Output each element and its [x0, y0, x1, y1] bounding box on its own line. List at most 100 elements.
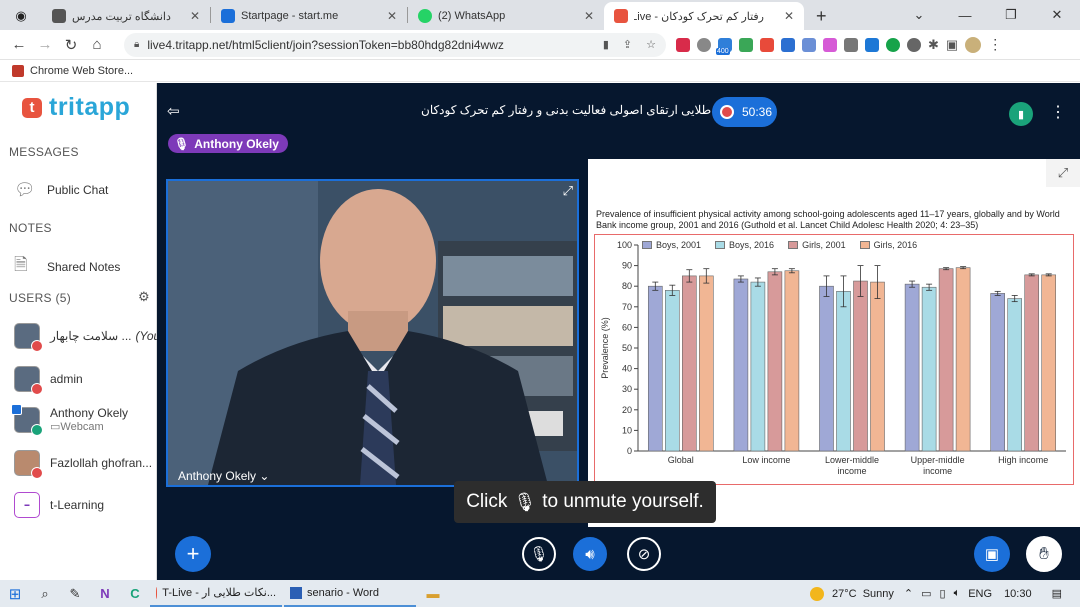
- url-field[interactable]: 🔒︎ live4.tritapp.net/html5client/join?se…: [124, 32, 666, 57]
- browser-tab[interactable]: دانشگاه تربیت مدرس ✕: [42, 2, 210, 30]
- user-list-item[interactable]: admin: [14, 366, 83, 395]
- y-tick-label: 100: [617, 240, 632, 250]
- network-icon[interactable]: ▭: [921, 587, 931, 600]
- meeting-topbar: ⇦ نکات طلایی ارتقای اصولی فعالیت بدنی و …: [157, 83, 1080, 141]
- y-tick-label: 10: [622, 425, 632, 435]
- user-list-item[interactable]: ▬ t-Learning: [14, 492, 104, 518]
- star-icon[interactable]: ☆: [646, 38, 656, 51]
- camera-icon[interactable]: ▮: [603, 38, 609, 51]
- bar: [682, 275, 697, 452]
- taskbar-app-chrome[interactable]: T-Live - نکات طلایی ار...: [150, 580, 282, 607]
- browser-tab[interactable]: Startpage - start.me ✕: [211, 2, 407, 30]
- extension-icon[interactable]: [823, 37, 837, 52]
- globe-icon[interactable]: ◉: [0, 2, 42, 30]
- leave-icon[interactable]: ⇦: [167, 102, 180, 120]
- chevron-up-icon[interactable]: ⌃: [904, 587, 913, 600]
- new-tab-button[interactable]: +: [804, 2, 839, 30]
- extension-icon[interactable]: [886, 37, 900, 52]
- user-list-item[interactable]: Fazlollah ghofran...: [14, 450, 152, 479]
- camtasia-icon[interactable]: C: [120, 586, 150, 601]
- chrome-icon: [156, 586, 158, 599]
- profile-avatar[interactable]: [965, 36, 982, 53]
- folder-icon[interactable]: ▬: [418, 586, 448, 601]
- taskbar-app-word[interactable]: senario - Word: [284, 580, 416, 607]
- extension-icon[interactable]: [781, 37, 795, 52]
- speaker-icon: 🔊︎: [585, 545, 595, 563]
- fullscreen-icon[interactable]: ⤢: [563, 183, 573, 199]
- extension-icon[interactable]: [844, 37, 858, 52]
- pen-icon[interactable]: ✎: [60, 586, 90, 602]
- screen: ◉ دانشگاه تربیت مدرس ✕ Startpage - start…: [0, 0, 1080, 607]
- bar: [955, 267, 971, 452]
- puzzle-icon[interactable]: ✱: [928, 37, 939, 53]
- extension-icon[interactable]: [739, 37, 753, 52]
- close-icon[interactable]: ✕: [784, 9, 794, 23]
- bar: [699, 275, 714, 452]
- talking-indicator: 🎙︎ Anthony Okely: [168, 134, 288, 153]
- avatar: ▬: [14, 492, 40, 518]
- presentation-button[interactable]: ▣: [974, 536, 1010, 572]
- extension-icon[interactable]: [907, 37, 921, 52]
- extension-icon[interactable]: [760, 37, 774, 52]
- sidepanel-icon[interactable]: ▣: [946, 37, 958, 53]
- browser-tab-active[interactable]: رفتار کم تحرک کودکان - T-Live ✕: [604, 2, 804, 30]
- restore-icon[interactable]: ❐: [988, 7, 1034, 23]
- tlive-icon: [614, 9, 628, 23]
- share-icon[interactable]: ⇪: [623, 38, 632, 51]
- bookmark-webstore[interactable]: Chrome Web Store...: [30, 65, 133, 77]
- y-tick-label: 50: [622, 343, 632, 353]
- avatar: [14, 366, 43, 395]
- close-icon[interactable]: ✕: [387, 9, 397, 23]
- bar: [1024, 274, 1040, 452]
- mic-muted-icon: 🎙︎: [529, 546, 549, 563]
- close-icon[interactable]: ✕: [190, 9, 200, 23]
- close-icon[interactable]: ✕: [1034, 7, 1080, 23]
- extension-icon[interactable]: [676, 37, 690, 52]
- mute-button[interactable]: 🎙︎: [522, 537, 556, 571]
- public-chat-item[interactable]: 💬︎ Public Chat: [14, 180, 108, 200]
- extension-icon[interactable]: [697, 37, 711, 52]
- chevron-down-icon[interactable]: ⌄: [896, 7, 942, 23]
- extension-icon[interactable]: 400: [716, 37, 732, 55]
- raise-hand-button[interactable]: ✋︎: [1026, 536, 1062, 572]
- battery-icon[interactable]: ▯: [940, 587, 946, 600]
- close-icon[interactable]: ✕: [584, 9, 594, 23]
- extension-icon[interactable]: [802, 37, 816, 52]
- shared-notes-item[interactable]: 🗎︎ Shared Notes: [14, 252, 120, 281]
- sidebar: t tritapp MESSAGES 💬︎ Public Chat NOTES …: [0, 83, 164, 580]
- user-list-item[interactable]: ... سلامت چابهار (You): [14, 323, 164, 352]
- user-list-item[interactable]: Anthony Okely ▭Webcam: [11, 403, 128, 436]
- webcam-user-name[interactable]: Anthony Okely ⌄: [178, 469, 269, 483]
- actions-button[interactable]: +: [175, 536, 211, 572]
- mic-muted-icon: [31, 467, 43, 479]
- back-icon[interactable]: ←: [6, 36, 32, 53]
- reload-icon[interactable]: ↻: [58, 36, 84, 54]
- y-tick-label: 70: [622, 302, 632, 312]
- onenote-icon[interactable]: N: [90, 586, 120, 601]
- home-icon[interactable]: ⌂: [84, 36, 110, 53]
- connection-status-icon[interactable]: ▮: [1009, 102, 1033, 126]
- search-icon[interactable]: ⌕: [30, 586, 60, 602]
- system-tray: 27°C Sunny ⌃ ▭ ▯ 🔈︎ ENG 10:30 ▤: [810, 580, 1080, 607]
- chat-icon: 💬︎: [14, 180, 36, 199]
- avatar: [11, 403, 43, 436]
- options-menu-icon[interactable]: ⋮: [1050, 102, 1066, 122]
- extension-icon[interactable]: [865, 37, 879, 52]
- forward-icon[interactable]: →: [32, 36, 58, 53]
- volume-icon[interactable]: 🔈︎: [954, 587, 961, 600]
- minimize-icon[interactable]: —: [942, 8, 988, 23]
- notification-icon[interactable]: ▤: [1052, 587, 1062, 600]
- recording-indicator[interactable]: 50:36: [712, 97, 777, 127]
- webcam-video[interactable]: Anthony Okely ⌄ ⤢: [166, 179, 579, 487]
- address-bar: ← → ↻ ⌂ 🔒︎ live4.tritapp.net/html5client…: [0, 30, 1080, 60]
- browser-tab[interactable]: (2) WhatsApp ✕: [408, 2, 604, 30]
- bar: [750, 281, 766, 452]
- audio-button[interactable]: 🔊︎: [573, 537, 607, 571]
- menu-icon[interactable]: ⋮: [988, 36, 1002, 53]
- webcam-button[interactable]: ⊘: [627, 537, 661, 571]
- gear-icon[interactable]: ⚙: [138, 289, 150, 305]
- y-tick-label: 90: [622, 261, 632, 271]
- bar: [647, 285, 663, 452]
- webstore-icon: [12, 64, 24, 77]
- windows-start-icon[interactable]: ⊞: [0, 585, 30, 603]
